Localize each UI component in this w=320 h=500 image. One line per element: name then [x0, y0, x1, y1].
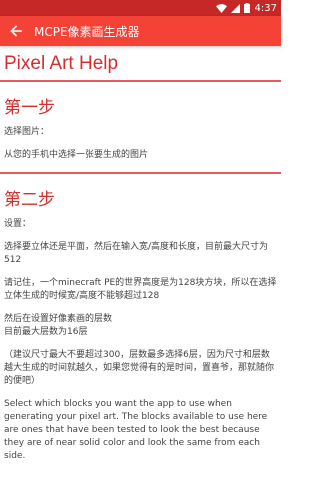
- divider: [0, 80, 281, 82]
- blocks-text: Select which blocks you want the app to …: [4, 399, 268, 461]
- battery-icon: [243, 3, 250, 13]
- status-time: 4:37: [254, 2, 277, 14]
- back-button[interactable]: [0, 16, 32, 46]
- divider: [0, 172, 281, 174]
- page-title: Pixel Art Help: [4, 53, 119, 74]
- wifi-icon: [215, 3, 227, 13]
- settings-label: 设置：: [4, 219, 32, 229]
- step1-heading: 第一步: [4, 98, 55, 118]
- step1-label: 选择图片：: [4, 127, 50, 137]
- step1-text: 从您的手机中选择一张要生成的图片: [4, 150, 149, 160]
- suggestion-text: （建议尺寸最大不要超过300，层数最多选择6层，因为尺寸和层数越大生成的时间就越…: [4, 350, 275, 386]
- status-bar: 4:37: [0, 0, 281, 16]
- arrow-back-icon: [10, 22, 22, 41]
- step2-heading: 第二步: [4, 190, 55, 210]
- app-bar: MCPE像素画生成器: [0, 16, 281, 46]
- signal-icon: [230, 3, 240, 13]
- dimension-text: 选择要立体还是平面，然后在输入宽/高度和长度，目前最大尺寸为512: [4, 242, 269, 265]
- layers-text: 然后在设置好像素画的层数: [4, 314, 113, 324]
- app-title: MCPE像素画生成器: [34, 24, 140, 39]
- help-content[interactable]: Pixel Art Help 第一步 选择图片： 从您的手机中选择一张要生成的图…: [0, 46, 281, 500]
- height-limit-text: 请记住，一个minecraft PE的世界高度是为128块方块，所以在选择立体生…: [4, 278, 277, 301]
- max-layers-text: 目前最大层数为16层: [4, 327, 88, 337]
